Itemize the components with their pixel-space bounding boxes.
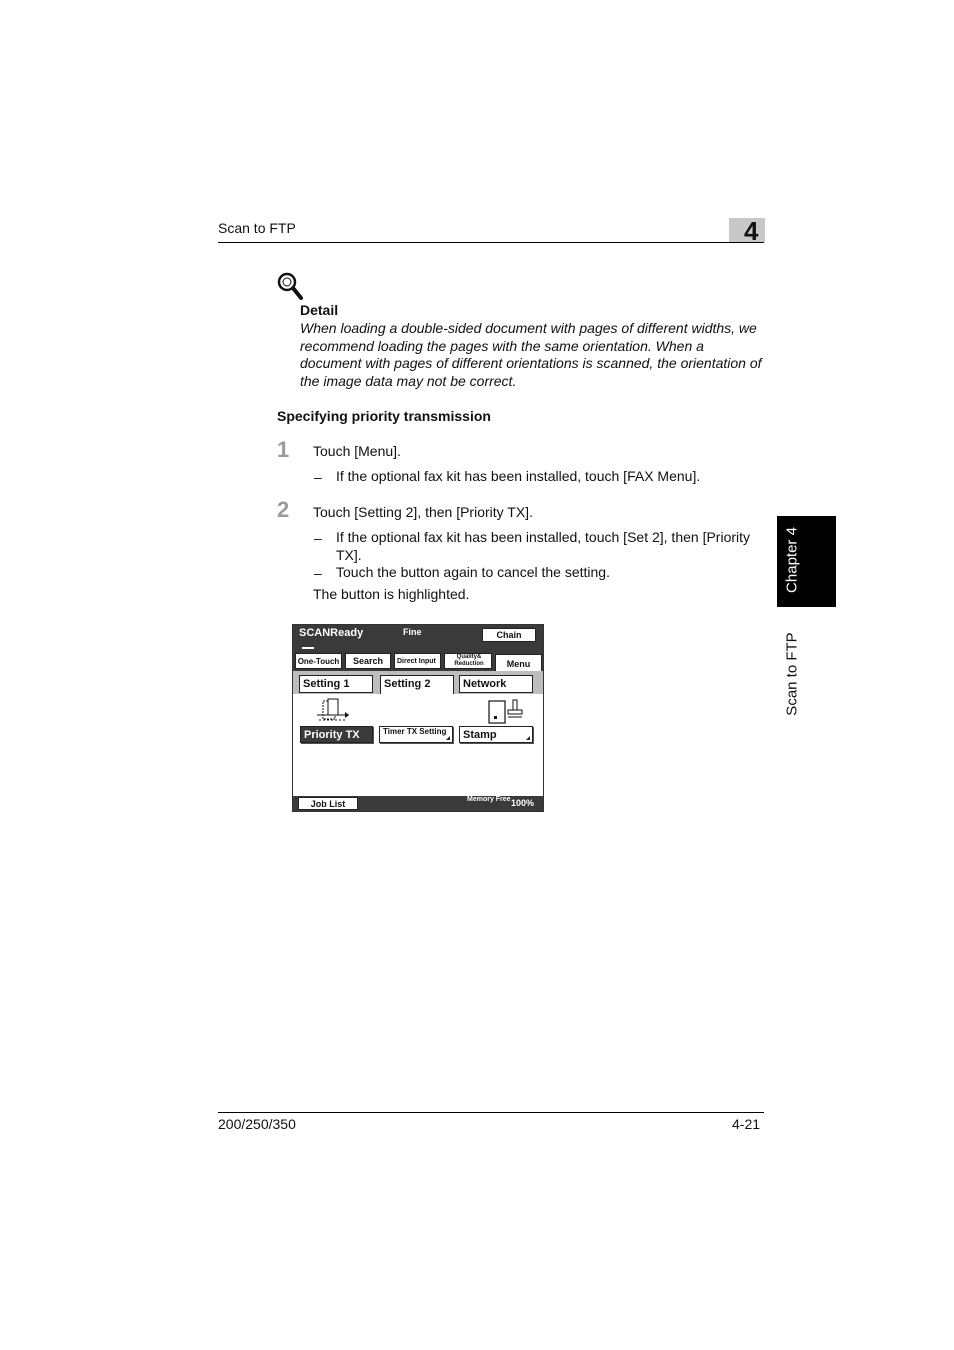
panel-status: SCANReady (299, 627, 364, 639)
side-tab-chapter-label: Chapter 4 (783, 527, 801, 593)
panel-resolution: Fine (403, 627, 422, 637)
tab-network[interactable]: Network (459, 675, 533, 693)
stamp-label: Stamp (463, 729, 497, 741)
timer-tx-setting-label: Timer TX Setting (383, 727, 447, 736)
corner-arrow-icon (526, 736, 530, 740)
section-subheading: Specifying priority transmission (277, 408, 491, 424)
stamp-icon (488, 699, 523, 724)
stamp-button[interactable]: Stamp (459, 726, 533, 743)
step-result-note: The button is highlighted. (313, 586, 470, 602)
magnifier-icon (277, 272, 303, 300)
priority-tx-button[interactable]: Priority TX (300, 726, 373, 743)
tab-direct-input[interactable]: Direct Input (394, 653, 441, 669)
control-panel-screenshot: SCANReady Fine Chain One-Touch Search Di… (292, 624, 544, 812)
step-subitem: If the optional fax kit has been install… (336, 529, 751, 563)
tab-menu[interactable]: Menu (495, 654, 542, 672)
tab-setting-1[interactable]: Setting 1 (299, 675, 373, 693)
bullet-dash: – (314, 530, 322, 546)
step-text: Touch [Menu]. (313, 443, 401, 459)
detail-text: When loading a double-sided document wit… (300, 320, 762, 390)
step-number: 2 (277, 497, 290, 522)
corner-arrow-icon (446, 736, 450, 740)
step-subitem: If the optional fax kit has been install… (336, 468, 701, 484)
timer-tx-setting-button[interactable]: Timer TX Setting (379, 726, 453, 743)
side-tab-section-label: Scan to FTP (783, 632, 801, 716)
tab-quality-reduction[interactable]: Quality& Reduction (444, 653, 492, 669)
footer-model: 200/250/350 (218, 1116, 296, 1132)
step-text: Touch [Setting 2], then [Priority TX]. (313, 504, 533, 520)
footer-page-number: 4-21 (732, 1116, 761, 1132)
tab-search[interactable]: Search (345, 653, 391, 669)
step-subitem: Touch the button again to cancel the set… (336, 564, 610, 580)
running-header-title: Scan to FTP (218, 220, 296, 236)
tab-one-touch[interactable]: One-Touch (295, 653, 342, 669)
chain-button[interactable]: Chain (482, 628, 536, 642)
detail-label: Detail (300, 302, 339, 318)
priority-tx-icon (317, 698, 349, 721)
job-list-button[interactable]: Job List (298, 797, 358, 810)
tab-setting-2[interactable]: Setting 2 (380, 675, 454, 694)
memory-free-value: 100% (511, 798, 535, 808)
step-number: 1 (277, 437, 290, 462)
memory-free-label: Memory Free (467, 796, 511, 803)
footer-rule (218, 1112, 764, 1113)
bullet-dash: – (314, 469, 322, 485)
header-rule (218, 242, 764, 243)
bullet-dash: – (314, 565, 322, 581)
panel-status-indicator (302, 647, 314, 649)
